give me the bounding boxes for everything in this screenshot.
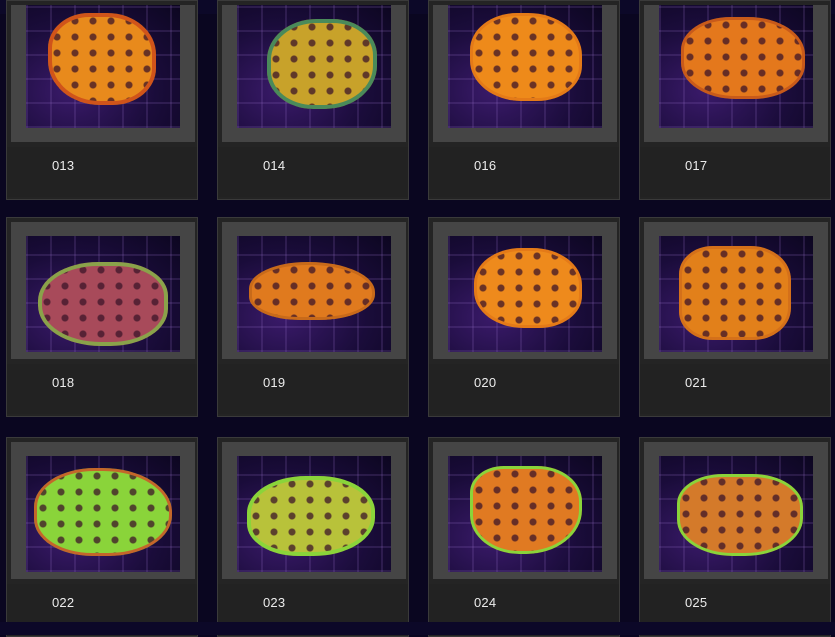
image-frame xyxy=(11,442,195,579)
gallery-item[interactable]: 023 xyxy=(217,437,409,637)
coral-photo[interactable] xyxy=(26,5,180,128)
gallery-item[interactable]: 024 xyxy=(428,437,620,637)
image-frame xyxy=(11,222,195,359)
coral-photo[interactable] xyxy=(237,236,391,352)
caption: 020 xyxy=(429,364,619,414)
image-frame xyxy=(222,5,406,142)
gallery-item[interactable]: 021 xyxy=(639,217,831,417)
coral-photo[interactable] xyxy=(448,5,602,128)
coral-photo[interactable] xyxy=(26,456,180,572)
coral-photo[interactable] xyxy=(659,456,813,572)
coral-gallery-grid: 013 014 016 017 018 019 020 021 022 023 … xyxy=(0,0,835,637)
coral-photo[interactable] xyxy=(659,5,813,128)
image-frame xyxy=(644,442,828,579)
image-frame xyxy=(433,442,617,579)
caption: 021 xyxy=(640,364,830,414)
image-frame xyxy=(644,222,828,359)
caption: 016 xyxy=(429,147,619,197)
gallery-item[interactable]: 017 xyxy=(639,0,831,200)
coral-photo[interactable] xyxy=(659,236,813,352)
item-number-label: 020 xyxy=(474,375,497,390)
gallery-item[interactable]: 022 xyxy=(6,437,198,637)
coral-photo[interactable] xyxy=(448,236,602,352)
item-number-label: 018 xyxy=(52,375,75,390)
gallery-item[interactable]: 016 xyxy=(428,0,620,200)
gallery-item[interactable]: 019 xyxy=(217,217,409,417)
item-number-label: 025 xyxy=(685,595,708,610)
item-number-label: 024 xyxy=(474,595,497,610)
image-frame xyxy=(433,5,617,142)
image-frame xyxy=(644,5,828,142)
item-number-label: 023 xyxy=(263,595,286,610)
coral-photo[interactable] xyxy=(237,5,391,128)
coral-photo[interactable] xyxy=(448,456,602,572)
coral-photo[interactable] xyxy=(237,456,391,572)
gallery-item[interactable]: 013 xyxy=(6,0,198,200)
item-number-label: 014 xyxy=(263,158,286,173)
caption: 019 xyxy=(218,364,408,414)
image-frame xyxy=(433,222,617,359)
coral-photo[interactable] xyxy=(26,236,180,352)
gallery-item[interactable]: 014 xyxy=(217,0,409,200)
image-frame xyxy=(222,222,406,359)
item-number-label: 013 xyxy=(52,158,75,173)
image-frame xyxy=(222,442,406,579)
item-number-label: 019 xyxy=(263,375,286,390)
item-number-label: 022 xyxy=(52,595,75,610)
gallery-item[interactable]: 025 xyxy=(639,437,831,637)
caption: 014 xyxy=(218,147,408,197)
caption: 013 xyxy=(7,147,197,197)
item-number-label: 016 xyxy=(474,158,497,173)
image-frame xyxy=(11,5,195,142)
gallery-item[interactable]: 018 xyxy=(6,217,198,417)
caption: 017 xyxy=(640,147,830,197)
item-number-label: 017 xyxy=(685,158,708,173)
caption: 018 xyxy=(7,364,197,414)
gallery-item[interactable]: 020 xyxy=(428,217,620,417)
bottom-bar xyxy=(0,622,835,635)
item-number-label: 021 xyxy=(685,375,708,390)
